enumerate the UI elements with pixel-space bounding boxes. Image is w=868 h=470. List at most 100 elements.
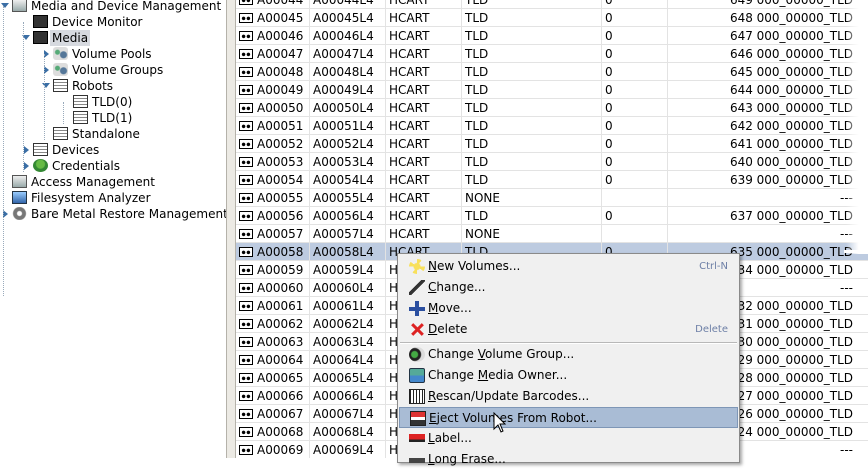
cell-type: HCART xyxy=(386,135,462,152)
menu-mnemonic: N xyxy=(428,259,437,273)
volume-cartridge-icon xyxy=(239,229,253,239)
cell-media: A00056 xyxy=(236,207,310,224)
table-row[interactable]: A00055 A00055L4 HCART NONE --- xyxy=(236,189,868,207)
cell-barcode: A00046L4 xyxy=(310,27,386,44)
table-row[interactable]: A00045 A00045L4 HCART TLD 0 648 000_00000_TLD xyxy=(236,9,868,27)
menu-label-text: Change xyxy=(428,347,478,361)
cell-text: A00068 xyxy=(257,425,304,439)
cell-text: TLD xyxy=(465,83,489,97)
cell-text: 640 000_00000_TLD xyxy=(729,155,853,169)
menu-label-text: ove... xyxy=(438,301,472,315)
cell-robot: TLD xyxy=(462,63,602,80)
redacted-area xyxy=(844,250,868,253)
volume-group-icon xyxy=(409,347,425,362)
cell-slot: 0 xyxy=(602,9,668,26)
cell-text: A00051L4 xyxy=(313,119,374,133)
cell-text: A00057L4 xyxy=(313,227,374,241)
cell-media: A00047 xyxy=(236,45,310,62)
cell-barcode: A00057L4 xyxy=(310,225,386,242)
cell-text: A00054L4 xyxy=(313,173,374,187)
cell-text: A00044 xyxy=(257,0,304,7)
volume-cartridge-icon xyxy=(239,49,253,59)
credentials-icon xyxy=(33,159,48,172)
cell-text: A00052L4 xyxy=(313,137,374,151)
table-row[interactable]: A00057 A00057L4 HCART NONE --- xyxy=(236,225,868,243)
tree-item-label: TLD(0) xyxy=(92,95,133,109)
cell-text: HCART xyxy=(389,209,430,223)
cell-barcode: A00050L4 xyxy=(310,99,386,116)
tree-panel: Media and Device Management Device Monito… xyxy=(0,0,226,458)
table-row[interactable]: A00052 A00052L4 HCART TLD 0 641 000_00000_TLD xyxy=(236,135,868,153)
cell-text: 632 000_00000_TLD xyxy=(729,299,853,313)
menu-item-delete[interactable]: Delete Delete xyxy=(399,319,738,340)
label-icon xyxy=(409,434,425,442)
cell-text: 643 000_00000_TLD xyxy=(729,101,853,115)
table-row[interactable]: A00049 A00049L4 HCART TLD 0 644 000_00000_TLD xyxy=(236,81,868,99)
cell-barcode: A00049L4 xyxy=(310,81,386,98)
cell-text: A00053 xyxy=(257,155,304,169)
cell-text: TLD xyxy=(465,47,489,61)
cell-type: HCART xyxy=(386,9,462,26)
menu-item-eject-volumes[interactable]: Eject Volumes From Robot... xyxy=(399,407,738,428)
menu-label-text: ject Volumes From Robot... xyxy=(436,411,597,425)
volume-cartridge-icon xyxy=(239,67,253,77)
cell-robot: TLD xyxy=(462,45,602,62)
cell-robot: TLD xyxy=(462,99,602,116)
cell-text: A00067 xyxy=(257,407,304,421)
menu-item-change-volume-group[interactable]: Change Volume Group... xyxy=(399,344,738,365)
volume-cartridge-icon xyxy=(239,427,253,437)
menu-item-change-media-owner[interactable]: Change Media Owner... xyxy=(399,365,738,386)
table-row[interactable]: A00053 A00053L4 HCART TLD 0 640 000_00000_TLD xyxy=(236,153,868,171)
cell-text: 631 000_00000_TLD xyxy=(729,317,853,331)
cell-text: A00060L4 xyxy=(313,281,374,295)
table-row[interactable]: A00044 A00044L4 HCART TLD 0 649 000_00000_TLD xyxy=(236,0,868,9)
table-row[interactable]: A00047 A00047L4 HCART TLD 0 646 000_00000_TLD xyxy=(236,45,868,63)
cell-robot: TLD xyxy=(462,81,602,98)
cell-media: A00046 xyxy=(236,27,310,44)
cell-text: A00049L4 xyxy=(313,83,374,97)
cell-text: A00059 xyxy=(257,263,304,277)
cell-text: 649 000_00000_TLD xyxy=(729,0,853,7)
cell-text: A00051 xyxy=(257,119,304,133)
menu-item-long-erase[interactable]: Long Erase... xyxy=(399,449,738,470)
cell-text: --- xyxy=(840,281,853,295)
cell-slot: 0 xyxy=(602,99,668,116)
menu-item-label[interactable]: Label... xyxy=(399,428,738,449)
table-row[interactable]: A00051 A00051L4 HCART TLD 0 642 000_00000_TLD xyxy=(236,117,868,135)
menu-item-label: New Volumes... xyxy=(428,256,520,277)
cell-text: A00049 xyxy=(257,83,304,97)
menu-item-label: Move... xyxy=(428,298,472,319)
cell-type: HCART xyxy=(386,45,462,62)
menu-item-rescan-update-barcodes[interactable]: Rescan/Update Barcodes... xyxy=(399,386,738,407)
cell-media: A00069 xyxy=(236,441,310,458)
menu-item-move[interactable]: Move... xyxy=(399,298,738,319)
table-row[interactable]: A00046 A00046L4 HCART TLD 0 647 000_00000_TLD xyxy=(236,27,868,45)
volume-cartridge-icon xyxy=(239,157,253,167)
menu-label-text: hange... xyxy=(436,280,486,294)
volume-cartridge-icon xyxy=(239,0,253,5)
tree-item-label: Filesystem Analyzer xyxy=(31,191,151,205)
delete-icon xyxy=(409,322,425,337)
table-row[interactable]: A00054 A00054L4 HCART TLD 0 639 000_00000_TLD xyxy=(236,171,868,189)
cell-text: A00063L4 xyxy=(313,335,374,349)
tree-item-label: Access Management xyxy=(31,175,155,189)
cell-text: 646 000_00000_TLD xyxy=(729,47,853,61)
mouse-cursor-icon xyxy=(493,412,507,433)
table-row[interactable]: A00048 A00048L4 HCART TLD 0 645 000_00000_TLD xyxy=(236,63,868,81)
cell-barcode: A00059L4 xyxy=(310,261,386,278)
cell-robot: NONE xyxy=(462,225,602,242)
volume-cartridge-icon xyxy=(239,301,253,311)
cell-text: NONE xyxy=(465,191,500,205)
volume-cartridge-icon xyxy=(239,265,253,275)
panel-splitter[interactable] xyxy=(226,0,236,458)
table-row[interactable]: A00056 A00056L4 HCART TLD 0 637 000_00000_TLD xyxy=(236,207,868,225)
table-row[interactable]: A00050 A00050L4 HCART TLD 0 643 000_00000_TLD xyxy=(236,99,868,117)
menu-item-new-volumes[interactable]: New Volumes... Ctrl-N xyxy=(399,256,738,277)
menu-item-change[interactable]: Change... xyxy=(399,277,738,298)
tree-item-label: Volume Groups xyxy=(72,63,164,77)
cell-text: A00065L4 xyxy=(313,371,374,385)
cell-media: A00060 xyxy=(236,279,310,296)
tree-item-label: Standalone xyxy=(72,127,140,141)
cell-media: A00045 xyxy=(236,9,310,26)
cell-type: HCART xyxy=(386,117,462,134)
